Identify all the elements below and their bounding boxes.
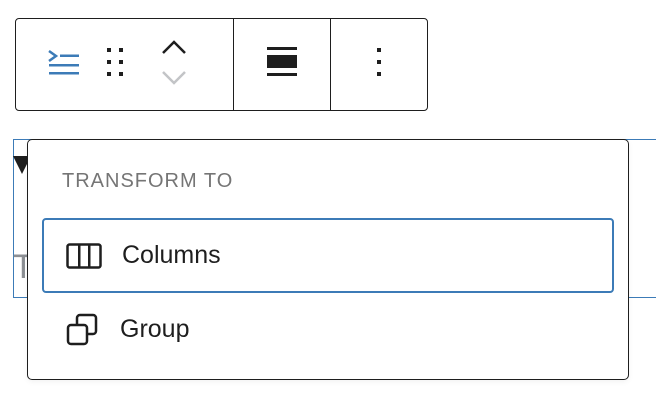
more-options-button[interactable] xyxy=(349,35,409,95)
menu-item-label: Group xyxy=(120,315,190,343)
chevron-down-icon xyxy=(161,69,187,90)
block-type-button[interactable] xyxy=(34,35,94,95)
group-icon xyxy=(62,310,102,350)
move-up-button[interactable] xyxy=(154,35,194,65)
columns-icon xyxy=(64,236,104,276)
block-toolbar xyxy=(15,18,428,111)
menu-item-label: Columns xyxy=(122,241,221,269)
transform-popover: TRANSFORM TO Columns Group xyxy=(27,139,629,380)
align-wide-icon xyxy=(266,46,298,83)
editor-canvas: T TRANSFORM TO Columns Group xyxy=(0,0,656,396)
toolbar-group-align xyxy=(234,19,331,110)
chevron-up-icon xyxy=(161,39,187,60)
toolbar-group-more xyxy=(331,19,427,110)
drag-handle-icon xyxy=(106,47,124,82)
block-movers xyxy=(154,35,194,95)
drag-handle-button[interactable] xyxy=(95,35,135,95)
transform-to-group[interactable]: Group xyxy=(42,292,614,367)
list-view-icon xyxy=(47,47,81,82)
align-button[interactable] xyxy=(252,35,312,95)
transform-to-columns[interactable]: Columns xyxy=(42,218,614,293)
popover-title: TRANSFORM TO xyxy=(62,170,234,192)
block-text-fragment: T xyxy=(13,250,27,284)
more-vertical-icon xyxy=(375,46,383,83)
move-down-button[interactable] xyxy=(154,65,194,95)
toolbar-group-block xyxy=(16,19,234,110)
